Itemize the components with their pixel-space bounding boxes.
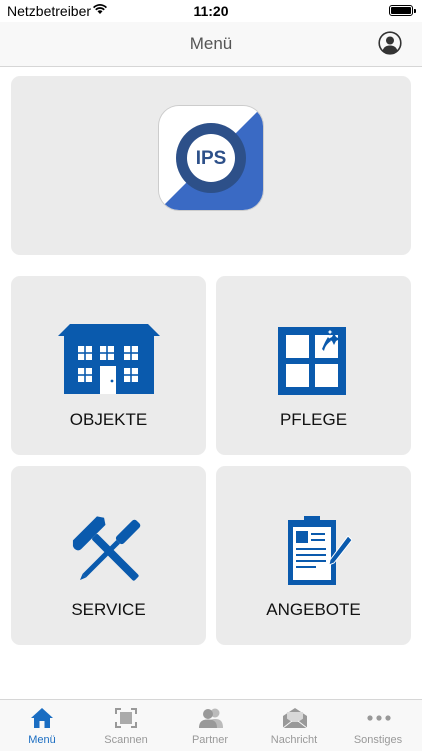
tab-menu[interactable]: Menü <box>0 700 84 751</box>
more-icon <box>367 715 391 721</box>
person-circle-icon[interactable] <box>378 31 402 55</box>
tab-label: Scannen <box>104 734 148 746</box>
clipboard-icon <box>288 516 352 585</box>
logo-text: IPS <box>195 148 227 169</box>
tile-label: PFLEGE <box>279 410 348 429</box>
window-cleaning-icon <box>278 327 346 395</box>
tile-label: ANGEBOTE <box>266 600 361 619</box>
tab-label: Nachricht <box>270 734 318 746</box>
tab-label: Sonstiges <box>353 734 403 746</box>
tab-sonstiges[interactable]: Sonstiges <box>336 700 420 751</box>
tile-pflege[interactable]: PFLEGE <box>216 276 411 455</box>
logo-card: IPS <box>11 76 411 255</box>
scan-icon <box>115 708 137 728</box>
clock: 11:20 <box>193 3 229 19</box>
tile-objekte[interactable]: OBJEKTE <box>11 276 206 455</box>
status-bar: Netzbetreiber 11:20 <box>0 0 422 22</box>
tools-icon <box>72 516 141 581</box>
app-logo: IPS <box>159 106 263 210</box>
tab-label: Partner <box>191 734 229 746</box>
tab-bar: Menü Scannen Partner Nachricht Sonstiges <box>0 699 422 751</box>
home-icon <box>31 708 53 728</box>
tile-angebote[interactable]: ANGEBOTE <box>216 466 411 645</box>
battery-icon <box>389 5 416 16</box>
navigation-bar: Menü <box>0 22 422 67</box>
mail-icon <box>282 708 308 729</box>
tab-label: Menü <box>28 734 56 746</box>
tile-service[interactable]: SERVICE <box>11 466 206 645</box>
tab-nachricht[interactable]: Nachricht <box>252 700 336 751</box>
tab-scannen[interactable]: Scannen <box>84 700 168 751</box>
tile-label: OBJEKTE <box>69 410 148 429</box>
house-icon <box>58 324 160 394</box>
page-title: Menü <box>189 34 233 53</box>
tile-label: SERVICE <box>71 600 146 619</box>
partner-icon <box>199 708 223 728</box>
tab-partner[interactable]: Partner <box>168 700 252 751</box>
